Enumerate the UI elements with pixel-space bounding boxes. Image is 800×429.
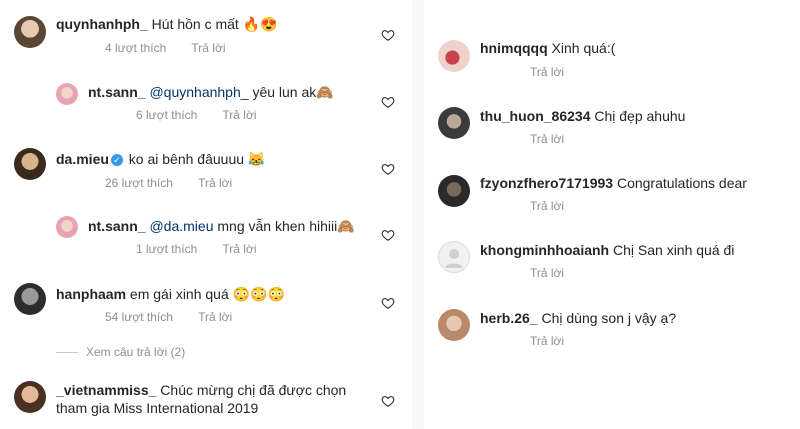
comment-username[interactable]: quynhanhph_ [56,16,148,32]
mention-link[interactable]: @quynhanhph_ [149,84,248,100]
comment-body: da.mieu ✓ ko ai bênh đâuuuu 😹 [56,150,265,168]
likes-count[interactable]: 26 lượt thích [105,176,173,190]
comment-username[interactable]: fzyonzfhero7171993 [480,175,613,191]
heart-icon[interactable] [381,28,395,42]
reply-button[interactable]: Trả lời [222,108,256,122]
reply-button[interactable]: Trả lời [530,65,564,79]
comment-username[interactable]: da.mieu [56,151,109,167]
reply-button[interactable]: Trả lời [198,176,232,190]
comment-body: fzyonzfhero7171993 Congratulations dear [480,174,747,192]
divider-line [56,352,78,354]
reply-button[interactable]: Trả lời [530,199,564,213]
comment-body: thu_huon_86234 Chị đẹp ahuhu [480,107,685,125]
comment-username[interactable]: nt.sann_ [88,84,146,100]
avatar[interactable] [14,381,46,413]
comment-text: Chị San xinh quá đi [613,242,735,258]
heart-icon[interactable] [381,296,395,310]
comment-meta: Trả lời [530,333,586,349]
comment-username[interactable]: hnimqqqq [480,40,548,56]
left-comments-panel: quynhanhph_ Hút hồn c mất 🔥😍 4 lượt thíc… [0,0,412,429]
comment-username[interactable]: hanphaam [56,286,126,302]
avatar[interactable] [14,283,46,315]
comment-body: hanphaam em gái xinh quá 😳😳😳 [56,285,285,303]
comment-body: khongminhhoaianh Chị San xinh quá đi [480,241,734,259]
verified-badge-icon: ✓ [110,154,123,166]
heart-icon[interactable] [381,162,395,176]
heart-icon[interactable] [381,394,395,408]
view-replies-button[interactable]: Xem câu trả lời (2) [56,345,185,359]
comment-text: yêu lun ak🙈 [252,84,334,100]
comment-username[interactable]: khongminhhoaianh [480,242,609,258]
comment-meta: 26 lượt thích Trả lời [105,175,254,191]
heart-icon[interactable] [381,228,395,242]
comment-username[interactable]: _vietnammiss_ [56,382,156,398]
comment-text: Hút hồn c mất 🔥😍 [151,16,278,32]
avatar[interactable] [56,216,78,238]
comment-meta: 1 lượt thích Trả lời [136,241,278,257]
avatar[interactable] [438,175,470,207]
reply-button[interactable]: Trả lời [191,41,225,55]
view-replies-label: Xem câu trả lời (2) [86,345,186,359]
comment-text: Chị dùng son j vậy ạ? [541,310,677,326]
comment-text: Chúc mừng chị đã được chọn [160,382,347,398]
comment-meta: Trả lời [530,198,586,214]
comment-body: quynhanhph_ Hút hồn c mất 🔥😍 [56,15,278,33]
heart-icon[interactable] [381,95,395,109]
avatar[interactable] [14,16,46,48]
likes-count[interactable]: 1 lượt thích [136,242,197,256]
comment-body: _vietnammiss_ Chúc mừng chị đã được chọn [56,381,346,399]
avatar[interactable] [56,83,78,105]
right-comments-panel: hnimqqqq Xinh quá:( Trả lời thu_huon_862… [424,0,800,429]
comment-username[interactable]: thu_huon_86234 [480,108,590,124]
mention-link[interactable]: @da.mieu [149,218,213,234]
comment-meta: 54 lượt thích Trả lời [105,309,254,325]
likes-count[interactable]: 4 lượt thích [105,41,166,55]
reply-button[interactable]: Trả lời [530,334,564,348]
default-avatar-icon [445,249,463,268]
comment-body: nt.sann_ @quynhanhph_ yêu lun ak🙈 [88,83,334,101]
comment-body: nt.sann_ @da.mieu mng vẫn khen hihiii🙈 [88,217,355,235]
comment-meta: Trả lời [530,131,586,147]
comment-meta: Trả lời [530,64,586,80]
comment-body: hnimqqqq Xinh quá:( [480,39,615,57]
likes-count[interactable]: 6 lượt thích [136,108,197,122]
reply-button[interactable]: Trả lời [530,132,564,146]
comment-text: ko ai bênh đâuuuu 😹 [128,151,266,167]
panel-divider [412,0,424,429]
comment-meta: 6 lượt thích Trả lời [136,107,278,123]
comment-text: Congratulations dear [616,175,747,191]
avatar[interactable] [438,40,470,72]
comment-text-continued: tham gia Miss International 2019 [56,400,259,416]
comment-meta: 4 lượt thích Trả lời [105,40,247,56]
comment-meta: Trả lời [530,265,586,281]
comment-text: em gái xinh quá 😳😳😳 [129,286,285,302]
comment-text: mng vẫn khen hihiii🙈 [217,218,355,234]
comment-text: Chị đẹp ahuhu [594,108,686,124]
reply-button[interactable]: Trả lời [222,242,256,256]
avatar[interactable] [438,107,470,139]
avatar[interactable] [14,148,46,180]
avatar[interactable] [438,309,470,341]
comment-text: Xinh quá:( [551,40,616,56]
likes-count[interactable]: 54 lượt thích [105,310,173,324]
reply-button[interactable]: Trả lời [198,310,232,324]
avatar[interactable] [438,241,470,273]
comment-body: herb.26_ Chị dùng son j vậy ạ? [480,309,676,327]
reply-button[interactable]: Trả lời [530,266,564,280]
comment-username[interactable]: herb.26_ [480,310,538,326]
comment-username[interactable]: nt.sann_ [88,218,146,234]
